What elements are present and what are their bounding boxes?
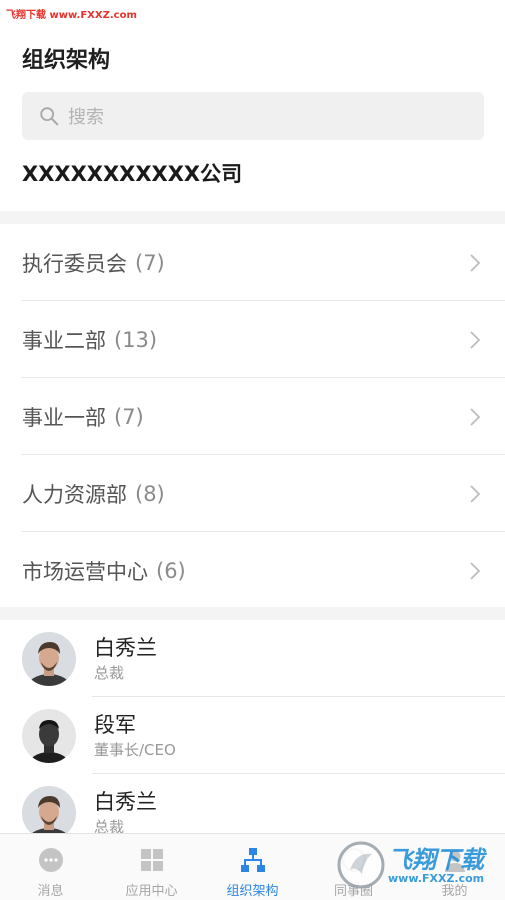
department-count: (7)	[135, 250, 165, 275]
member-name: 白秀兰	[94, 789, 157, 814]
section-divider	[0, 211, 505, 224]
chevron-right-icon	[470, 330, 481, 349]
chevron-right-icon	[470, 407, 481, 426]
department-count: (13)	[114, 327, 158, 352]
search-input[interactable]: 搜索	[22, 92, 484, 140]
watermark-logo-text: 飞翔下载	[388, 846, 484, 874]
tab-app-center[interactable]: 应用中心	[101, 834, 202, 900]
avatar	[22, 708, 76, 763]
department-name: 市场运营中心	[22, 559, 148, 584]
search-icon	[40, 107, 59, 126]
chat-bubble-icon	[38, 848, 63, 872]
department-name: 人力资源部	[22, 482, 127, 507]
department-name: 事业二部	[22, 328, 106, 353]
department-item[interactable]: 事业一部 (7)	[0, 378, 505, 455]
department-list: 执行委员会 (7) 事业二部 (13) 事业一部 (7) 人力资源部 (8) 市…	[0, 224, 505, 609]
department-item[interactable]: 事业二部 (13)	[0, 301, 505, 378]
tab-org-chart[interactable]: 组织架构	[202, 834, 303, 900]
department-count: (8)	[135, 481, 165, 506]
section-divider	[0, 607, 505, 620]
tab-label: 应用中心	[125, 884, 178, 899]
avatar	[22, 631, 76, 686]
department-name: 执行委员会	[22, 251, 127, 276]
watermark-logo-url: www.FXXZ.com	[388, 872, 485, 885]
member-list: 白秀兰 总裁 段军 董事长/CEO 白秀兰 总裁	[0, 620, 505, 851]
member-name: 白秀兰	[94, 635, 157, 660]
search-placeholder: 搜索	[68, 107, 104, 128]
chevron-right-icon	[470, 561, 481, 580]
tab-label: 组织架构	[226, 884, 279, 899]
watermark-text: 飞翔下载 www.FXXZ.com	[6, 10, 137, 21]
department-item[interactable]: 人力资源部 (8)	[0, 455, 505, 532]
chevron-right-icon	[470, 253, 481, 272]
watermark-logo: 飞翔下载 www.FXXZ.com	[336, 836, 496, 894]
member-title: 总裁	[94, 663, 125, 682]
grid-apps-icon	[140, 849, 163, 871]
member-title: 董事长/CEO	[94, 740, 176, 759]
department-count: (7)	[114, 404, 144, 429]
chevron-right-icon	[470, 484, 481, 503]
member-item[interactable]: 段军 董事长/CEO	[0, 697, 505, 774]
tab-label: 消息	[37, 884, 64, 899]
member-name: 段军	[94, 712, 136, 737]
department-name: 事业一部	[22, 405, 106, 430]
member-item[interactable]: 白秀兰 总裁	[0, 620, 505, 697]
department-count: (6)	[156, 558, 186, 583]
company-name[interactable]: XXXXXXXXXXX公司	[22, 158, 242, 188]
department-item[interactable]: 执行委员会 (7)	[0, 224, 505, 301]
page-title: 组织架构	[22, 48, 111, 73]
tab-messages[interactable]: 消息	[0, 834, 101, 900]
org-chart-icon	[240, 848, 265, 872]
department-item[interactable]: 市场运营中心 (6)	[0, 532, 505, 609]
avatar	[22, 785, 76, 840]
